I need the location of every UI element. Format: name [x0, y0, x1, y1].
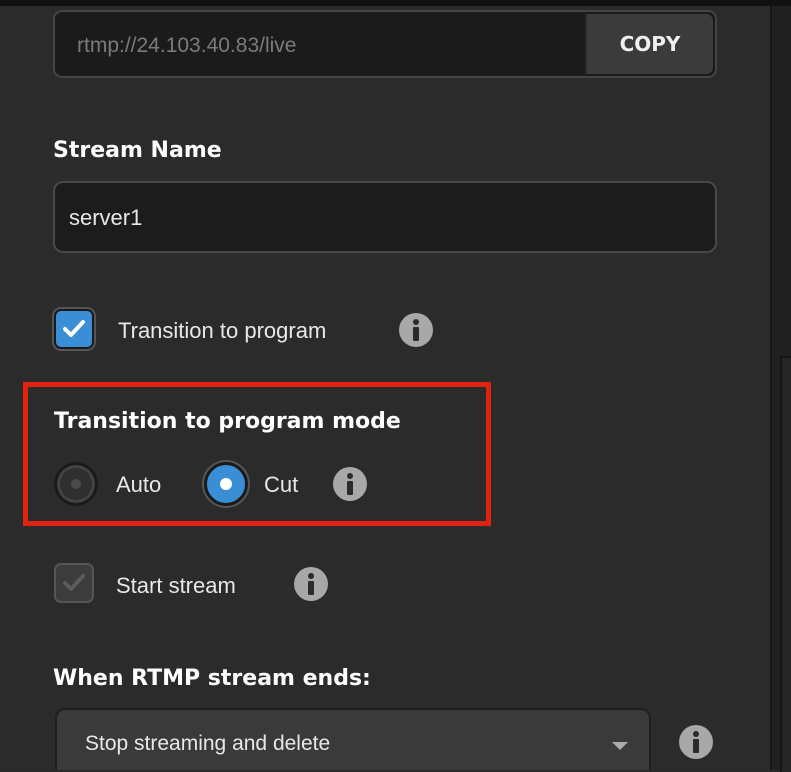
stream-name-input[interactable]: server1	[53, 181, 717, 253]
info-icon[interactable]	[399, 313, 433, 347]
info-glyph	[693, 731, 699, 753]
transition-to-program-label: Transition to program	[118, 318, 327, 343]
on-end-select[interactable]: Stop streaming and delete	[55, 708, 651, 770]
info-icon[interactable]	[333, 467, 367, 501]
start-stream-checkbox[interactable]	[54, 563, 94, 603]
checkmark-icon	[63, 320, 85, 337]
stream-name-value[interactable]: server1	[69, 205, 142, 231]
transition-mode-heading: Transition to program mode	[54, 409, 401, 434]
info-glyph	[347, 473, 353, 495]
info-icon[interactable]	[679, 725, 713, 759]
checkmark-icon	[63, 574, 85, 591]
info-glyph	[308, 573, 314, 595]
info-icon[interactable]	[294, 567, 328, 601]
radio-auto-dot	[71, 479, 81, 489]
radio-cut-label: Cut	[264, 472, 299, 497]
radio-cut[interactable]	[204, 462, 248, 506]
radio-auto-label: Auto	[116, 472, 162, 497]
server-url-text[interactable]: rtmp://24.103.40.83/live	[77, 34, 296, 58]
on-end-selected-value: Stop streaming and delete	[85, 732, 331, 755]
stream-name-heading: Stream Name	[53, 138, 222, 163]
radio-auto[interactable]	[54, 462, 98, 506]
server-url-field[interactable]: rtmp://24.103.40.83/live COPY	[53, 10, 717, 78]
start-stream-label: Start stream	[116, 573, 236, 598]
on-end-heading: When RTMP stream ends:	[53, 666, 371, 691]
scrollbar-thumb[interactable]	[780, 356, 791, 772]
transition-to-program-checkbox[interactable]	[54, 309, 94, 349]
top-border	[0, 0, 791, 6]
highlight-box	[23, 382, 491, 526]
info-glyph	[413, 319, 419, 341]
copy-button[interactable]: COPY	[585, 14, 713, 74]
radio-cut-dot	[220, 478, 232, 490]
chevron-down-icon	[612, 742, 628, 750]
